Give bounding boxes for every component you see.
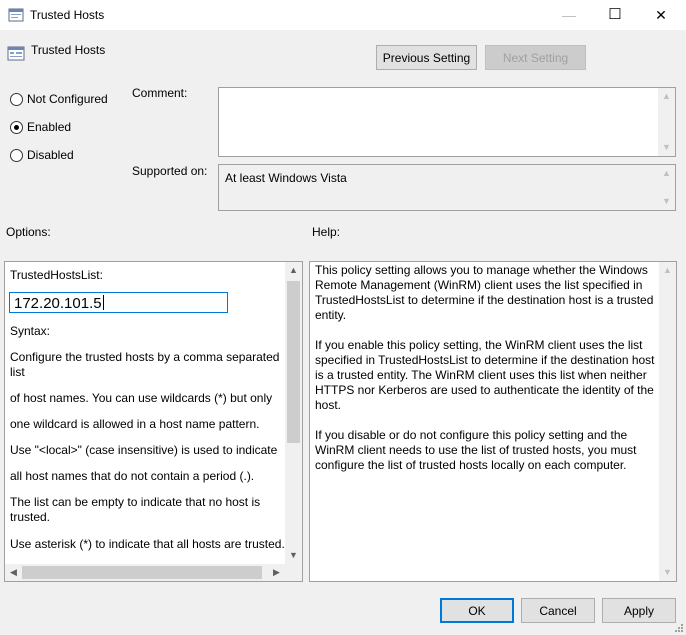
supported-on-label: Supported on:: [132, 164, 208, 178]
policy-name: Trusted Hosts: [31, 43, 106, 57]
next-setting-button[interactable]: Next Setting: [485, 45, 586, 70]
help-heading: Help:: [312, 225, 341, 239]
radio-label: Disabled: [27, 148, 74, 162]
options-text-line: Syntax:: [10, 324, 51, 338]
comment-scrollbar[interactable]: ▲ ▼: [658, 88, 675, 156]
options-heading: Options:: [6, 225, 51, 239]
maximize-button[interactable]: ☐: [592, 0, 638, 30]
options-panel[interactable]: TrustedHostsList: 172.20.101.5 Syntax: C…: [4, 261, 303, 582]
close-button[interactable]: ✕: [638, 0, 684, 30]
scroll-corner: [285, 564, 302, 581]
options-text-line: Use asterisk (*) to indicate that all ho…: [10, 537, 285, 551]
minimize-button[interactable]: —: [546, 0, 592, 30]
supported-scrollbar[interactable]: ▲ ▼: [658, 165, 675, 210]
help-panel: This policy setting allows you to manage…: [309, 261, 677, 582]
options-text-line: all host names that do not contain a per…: [10, 469, 255, 483]
text-caret: [102, 295, 104, 310]
supported-on-box: At least Windows Vista ▲ ▼: [218, 164, 676, 211]
trusted-hosts-input[interactable]: 172.20.101.5: [9, 292, 228, 313]
comment-label: Comment:: [132, 86, 188, 100]
trusted-hosts-value: 172.20.101.5: [14, 295, 102, 312]
scroll-down-icon[interactable]: ▼: [285, 547, 302, 564]
ok-button[interactable]: OK: [440, 598, 514, 623]
trusted-hosts-label: TrustedHostsList:: [10, 268, 103, 282]
vertical-scroll-thumb[interactable]: [287, 281, 300, 443]
window-title: Trusted Hosts: [30, 8, 105, 22]
scroll-up-icon[interactable]: ▲: [659, 262, 676, 279]
scroll-right-icon[interactable]: ▶: [268, 564, 285, 581]
help-paragraph: This policy setting allows you to manage…: [315, 263, 654, 322]
options-text-line: The list can be empty to indicate that n…: [10, 495, 261, 524]
help-paragraph: If you enable this policy setting, the W…: [315, 338, 655, 412]
previous-setting-button[interactable]: Previous Setting: [376, 45, 477, 70]
cancel-button[interactable]: Cancel: [521, 598, 595, 623]
scroll-up-icon[interactable]: ▲: [285, 262, 302, 279]
scroll-down-icon[interactable]: ▼: [658, 193, 675, 210]
radio-enabled[interactable]: Enabled: [10, 119, 130, 137]
options-text-line: of host names. You can use wildcards (*)…: [10, 391, 273, 405]
scroll-down-icon[interactable]: ▼: [659, 564, 676, 581]
scroll-up-icon[interactable]: ▲: [658, 165, 675, 182]
resize-grip-icon[interactable]: [672, 621, 684, 633]
horizontal-scroll-thumb[interactable]: [22, 566, 262, 579]
policy-window-icon: [8, 8, 24, 22]
apply-button[interactable]: Apply: [602, 598, 676, 623]
policy-setting-icon: [7, 46, 25, 61]
supported-on-value: At least Windows Vista: [225, 171, 347, 185]
help-paragraph: If you disable or do not configure this …: [315, 428, 637, 472]
options-text-line: Use "<local>" (case insensitive) is used…: [10, 443, 278, 457]
scroll-up-icon[interactable]: ▲: [658, 88, 675, 105]
radio-not-configured[interactable]: Not Configured: [10, 91, 130, 109]
help-scrollbar[interactable]: ▲ ▼: [659, 262, 676, 581]
options-vertical-scrollbar[interactable]: ▲ ▼: [285, 262, 302, 564]
options-text-line: one wildcard is allowed in a host name p…: [10, 417, 260, 431]
scroll-left-icon[interactable]: ◀: [5, 564, 22, 581]
options-text-line: Configure the trusted hosts by a comma s…: [10, 350, 280, 379]
radio-disabled[interactable]: Disabled: [10, 147, 130, 165]
comment-textarea[interactable]: ▲ ▼: [218, 87, 676, 157]
radio-label: Enabled: [27, 120, 72, 134]
options-horizontal-scrollbar[interactable]: ◀ ▶: [5, 564, 285, 581]
radio-label: Not Configured: [27, 92, 108, 106]
scroll-down-icon[interactable]: ▼: [658, 139, 675, 156]
